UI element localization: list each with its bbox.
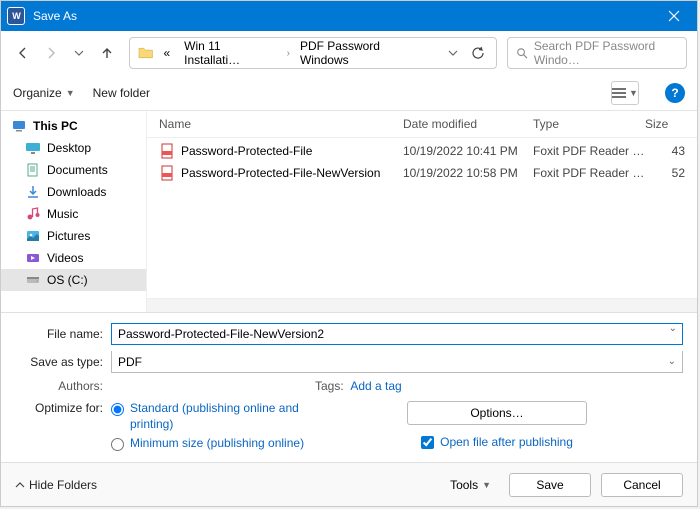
breadcrumb-2[interactable]: PDF Password Windows [296,37,431,69]
hide-folders-button[interactable]: Hide Folders [15,478,97,492]
close-button[interactable] [651,1,697,31]
recent-button[interactable] [67,41,91,65]
search-icon [516,46,528,60]
save-as-dialog: W Save As « Win 11 Installati… › PDF Pas… [0,0,698,507]
file-row[interactable]: Password-Protected-File-NewVersion 10/19… [147,162,697,184]
arrow-up-icon [100,46,114,60]
sidebar-item-osc[interactable]: OS (C:) [1,269,146,291]
col-type[interactable]: Type [533,117,645,131]
up-button[interactable] [95,41,119,65]
sidebar: This PC Desktop Documents Downloads Musi… [1,111,146,312]
sidebar-item-desktop[interactable]: Desktop [1,137,146,159]
sidebar-item-thispc[interactable]: This PC [1,115,146,137]
titlebar: W Save As [1,1,697,31]
close-icon [668,10,680,22]
svg-text:W: W [12,11,21,21]
address-bar[interactable]: « Win 11 Installati… › PDF Password Wind… [129,37,497,69]
forward-button[interactable] [39,41,63,65]
arrow-right-icon [44,46,58,60]
optimize-label: Optimize for: [15,401,111,456]
open-after-checkbox[interactable]: Open file after publishing [421,435,573,449]
pc-icon [11,118,27,134]
save-button[interactable]: Save [509,473,591,497]
radio-minsize-input[interactable] [111,438,124,451]
pictures-icon [25,228,41,244]
breadcrumb-prefix[interactable]: « [159,44,174,62]
col-date[interactable]: Date modified [403,117,533,131]
search-input[interactable]: Search PDF Password Windo… [507,37,687,69]
view-options[interactable]: ▼ [611,81,639,105]
refresh-icon [471,46,485,60]
help-button[interactable]: ? [665,83,685,103]
radio-minsize[interactable]: Minimum size (publishing online) [111,436,311,452]
sidebar-item-videos[interactable]: Videos [1,247,146,269]
sidebar-item-music[interactable]: Music [1,203,146,225]
window-title: Save As [33,9,77,23]
history-dropdown[interactable] [443,43,462,63]
pdf-icon [159,143,175,159]
search-placeholder: Search PDF Password Windo… [534,39,678,67]
radio-standard-input[interactable] [111,403,124,416]
save-type-select[interactable]: PDF ⌄ [111,351,683,373]
music-icon [25,206,41,222]
chevron-down-icon [448,48,458,58]
chevron-down-icon[interactable]: ⌄ [669,323,677,334]
column-headers: Name Date modified Type Size [147,111,697,138]
options-button[interactable]: Options… [407,401,587,425]
radio-standard[interactable]: Standard (publishing online and printing… [111,401,311,432]
pdf-icon [159,165,175,181]
documents-icon [25,162,41,178]
footer: Hide Folders Tools▼ Save Cancel [1,462,697,506]
refresh-button[interactable] [469,43,488,63]
desktop-icon [25,140,41,156]
file-rows: Password-Protected-File 10/19/2022 10:41… [147,138,697,298]
file-name-input[interactable] [111,323,683,345]
back-button[interactable] [11,41,35,65]
chevron-up-icon [15,480,25,490]
word-icon: W [7,7,25,25]
command-bar: Organize▼ New folder ▼ ? [1,75,697,111]
authors-label: Authors: [45,379,109,393]
tools-menu[interactable]: Tools▼ [450,478,491,492]
file-row[interactable]: Password-Protected-File 10/19/2022 10:41… [147,140,697,162]
videos-icon [25,250,41,266]
chevron-down-icon [74,48,84,58]
nav-toolbar: « Win 11 Installati… › PDF Password Wind… [1,31,697,75]
chevron-down-icon: ⌄ [668,356,676,367]
save-type-label: Save as type: [15,355,111,369]
horizontal-scrollbar[interactable] [147,298,697,312]
new-folder-button[interactable]: New folder [93,86,150,100]
folder-icon [138,45,153,61]
breadcrumb-1[interactable]: Win 11 Installati… [180,37,280,69]
open-after-input[interactable] [421,436,434,449]
add-tag-link[interactable]: Add a tag [350,379,401,393]
sidebar-item-documents[interactable]: Documents [1,159,146,181]
arrow-left-icon [16,46,30,60]
col-size[interactable]: Size [645,117,685,131]
file-name-label: File name: [15,327,111,341]
save-form: File name: ⌄ Save as type: PDF ⌄ Authors… [1,312,697,462]
sidebar-item-pictures[interactable]: Pictures [1,225,146,247]
drive-icon [25,272,41,288]
sidebar-item-downloads[interactable]: Downloads [1,181,146,203]
cancel-button[interactable]: Cancel [601,473,683,497]
list-view-icon [612,88,626,98]
file-list-area: Name Date modified Type Size Password-Pr… [146,111,697,312]
tags-label: Tags: [315,379,344,393]
chevron-right-icon: › [287,48,290,59]
downloads-icon [25,184,41,200]
col-name[interactable]: Name [159,117,403,131]
organize-menu[interactable]: Organize▼ [13,86,75,100]
